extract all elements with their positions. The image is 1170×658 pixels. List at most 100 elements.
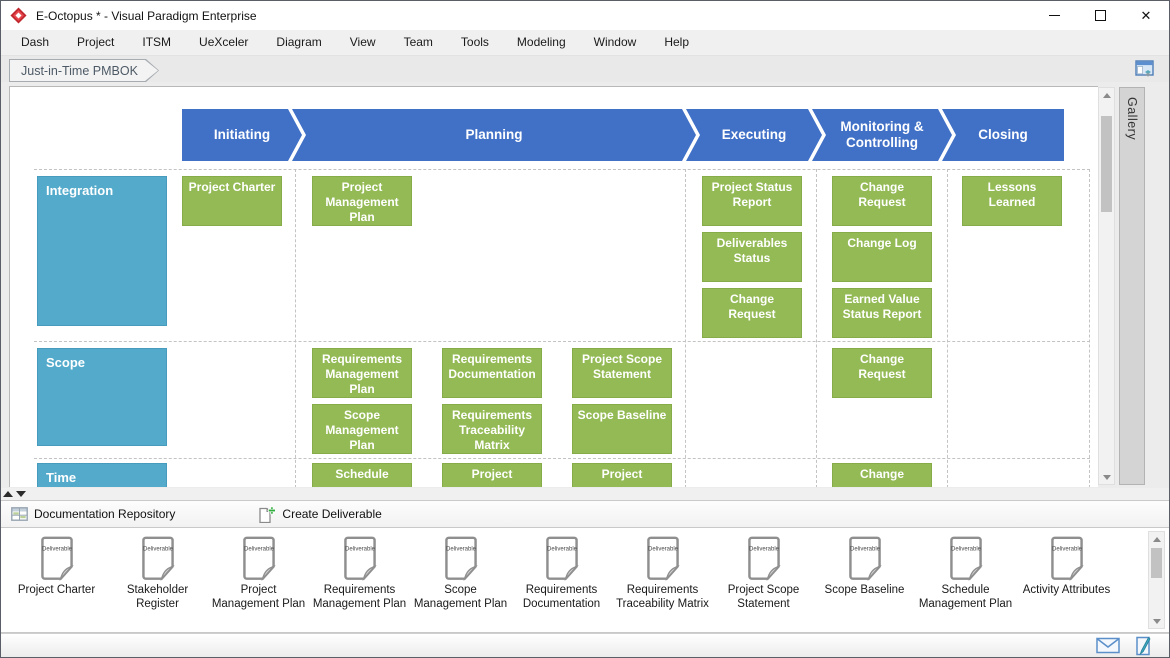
deliverable-item-label: Project Scope Statement	[713, 584, 814, 611]
scroll-up-icon[interactable]	[1149, 532, 1164, 546]
menu-item[interactable]: Help	[650, 30, 703, 55]
deliverable-box[interactable]: Lessons Learned	[962, 176, 1062, 226]
deliverable-icon-label: Deliverable	[849, 547, 880, 553]
deliverable-icon-label: Deliverable	[647, 547, 678, 553]
phase-arrow[interactable]: Closing	[942, 109, 1064, 161]
menu-item[interactable]: View	[336, 30, 390, 55]
repository-toolbar: Documentation Repository Create Delivera…	[1, 501, 1169, 528]
deliverable-box[interactable]: Project Management Plan	[312, 176, 412, 226]
tab-label: Just-in-Time PMBOK	[10, 60, 158, 81]
deliverable-item[interactable]: Deliverable Project Scope Statement	[713, 535, 814, 611]
grid-line	[295, 169, 296, 487]
deliverable-box-label: Project Management Plan	[315, 180, 409, 225]
menu-item[interactable]: Dash	[7, 30, 63, 55]
scroll-down-icon[interactable]	[1149, 614, 1164, 628]
grid-line	[947, 169, 948, 487]
deliverable-box[interactable]: Scope Baseline	[572, 404, 672, 454]
scrollbar-thumb[interactable]	[1151, 548, 1162, 578]
deliverable-document-icon: Deliverable	[442, 535, 480, 582]
deliverable-item[interactable]: Deliverable Scope Management Plan	[410, 535, 511, 611]
diagram-canvas[interactable]: Initiating Planning ExecutingMonitoring & …	[9, 86, 1098, 487]
deliverable-item[interactable]: Deliverable Requirements Management Plan	[309, 535, 410, 611]
close-button[interactable]: ✕	[1123, 1, 1169, 30]
menu-item[interactable]: ITSM	[128, 30, 185, 55]
deliverable-item[interactable]: Deliverable Requirements Traceability Ma…	[612, 535, 713, 611]
deliverable-box[interactable]: Requirements Management Plan	[312, 348, 412, 398]
deliverable-document-icon: Deliverable	[947, 535, 985, 582]
deliverable-box[interactable]: Project Scope Statement	[572, 348, 672, 398]
message-envelope-icon[interactable]	[1096, 637, 1120, 654]
menu-item[interactable]: Modeling	[503, 30, 580, 55]
grid-line	[34, 458, 1090, 459]
deliverable-box[interactable]: Change Request	[702, 288, 802, 338]
row-header[interactable]: Time	[37, 463, 167, 487]
scroll-up-icon[interactable]	[1099, 88, 1114, 102]
menu-item[interactable]: Tools	[447, 30, 503, 55]
diagram-vertical-scrollbar[interactable]	[1098, 87, 1115, 485]
grid-line	[816, 169, 817, 487]
window-title: E-Octopus * - Visual Paradigm Enterprise	[36, 9, 257, 23]
deliverable-document-icon: Deliverable	[644, 535, 682, 582]
deliverable-box[interactable]: Change	[832, 463, 932, 487]
deliverable-box[interactable]: Schedule	[312, 463, 412, 487]
menu-item[interactable]: Team	[390, 30, 447, 55]
deliverable-box[interactable]: Change Log	[832, 232, 932, 282]
deliverable-box[interactable]: Deliverables Status	[702, 232, 802, 282]
collapse-up-button[interactable]	[1, 488, 14, 500]
menu-item[interactable]: Window	[580, 30, 651, 55]
deliverable-box-label: Schedule	[335, 467, 388, 482]
deliverable-item[interactable]: Deliverable Schedule Management Plan	[915, 535, 1016, 611]
deliverable-box-label: Change Request	[705, 292, 799, 322]
maximize-button[interactable]	[1077, 1, 1123, 30]
deliverable-item-label: Requirements Traceability Matrix	[612, 584, 713, 611]
deliverable-box[interactable]: Requirements Traceability Matrix	[442, 404, 542, 454]
deliverable-item[interactable]: Deliverable Stakeholder Register	[107, 535, 208, 611]
create-deliverable-button[interactable]: Create Deliverable	[247, 501, 391, 527]
deliverable-item[interactable]: Deliverable Project Charter	[6, 535, 107, 611]
gallery-side-tab[interactable]: Gallery	[1119, 87, 1145, 485]
close-icon: ✕	[1141, 9, 1152, 22]
phase-arrow[interactable]: Executing	[686, 109, 822, 161]
deliverable-box[interactable]: Scope Management Plan	[312, 404, 412, 454]
minimize-button[interactable]	[1031, 1, 1077, 30]
deliverable-box[interactable]: Project	[572, 463, 672, 487]
scroll-down-icon[interactable]	[1099, 470, 1114, 484]
documentation-repository-button[interactable]: Documentation Repository	[1, 501, 185, 527]
row-header[interactable]: Integration	[37, 176, 167, 326]
deliverable-item[interactable]: Deliverable Activity Attributes	[1016, 535, 1117, 611]
deliverable-box[interactable]: Project Status Report	[702, 176, 802, 226]
edit-document-icon[interactable]	[1133, 636, 1153, 656]
app-window: E-Octopus * - Visual Paradigm Enterprise…	[0, 0, 1170, 658]
scrollbar-thumb[interactable]	[1101, 116, 1112, 212]
phase-arrow[interactable]: Monitoring & Controlling	[812, 109, 952, 161]
collapse-down-button[interactable]	[14, 488, 27, 500]
deliverable-box-label: Lessons Learned	[965, 180, 1059, 210]
deliverable-icon-label: Deliverable	[1051, 547, 1082, 553]
repository-vertical-scrollbar[interactable]	[1148, 531, 1165, 629]
deliverable-item[interactable]: Deliverable Scope Baseline	[814, 535, 915, 611]
phase-label: Planning	[466, 127, 523, 143]
deliverable-box[interactable]: Change Request	[832, 176, 932, 226]
row-header[interactable]: Scope	[37, 348, 167, 446]
menu-item[interactable]: Project	[63, 30, 128, 55]
grid-line	[685, 169, 686, 487]
deliverable-item-label: Activity Attributes	[1023, 584, 1111, 598]
menu-item[interactable]: UeXceler	[185, 30, 262, 55]
phase-arrow[interactable]: Initiating	[182, 109, 302, 161]
table-grid-icon	[11, 507, 28, 521]
deliverable-box[interactable]: Earned Value Status Report	[832, 288, 932, 338]
panel-splitter[interactable]	[1, 488, 1169, 501]
minimize-icon	[1049, 15, 1060, 16]
layout-panes-icon[interactable]	[1135, 60, 1155, 77]
deliverable-box[interactable]: Requirements Documentation	[442, 348, 542, 398]
phase-label: Monitoring & Controlling	[824, 119, 940, 151]
deliverable-box[interactable]: Change Request	[832, 348, 932, 398]
phase-arrow[interactable]: Planning	[292, 109, 696, 161]
deliverable-document-icon: Deliverable	[1048, 535, 1086, 582]
deliverable-item[interactable]: Deliverable Project Management Plan	[208, 535, 309, 611]
tab-just-in-time-pmbok[interactable]: Just-in-Time PMBOK	[9, 59, 159, 82]
menu-item[interactable]: Diagram	[262, 30, 335, 55]
deliverable-item[interactable]: Deliverable Requirements Documentation	[511, 535, 612, 611]
deliverable-box[interactable]: Project	[442, 463, 542, 487]
deliverable-box[interactable]: Project Charter	[182, 176, 282, 226]
